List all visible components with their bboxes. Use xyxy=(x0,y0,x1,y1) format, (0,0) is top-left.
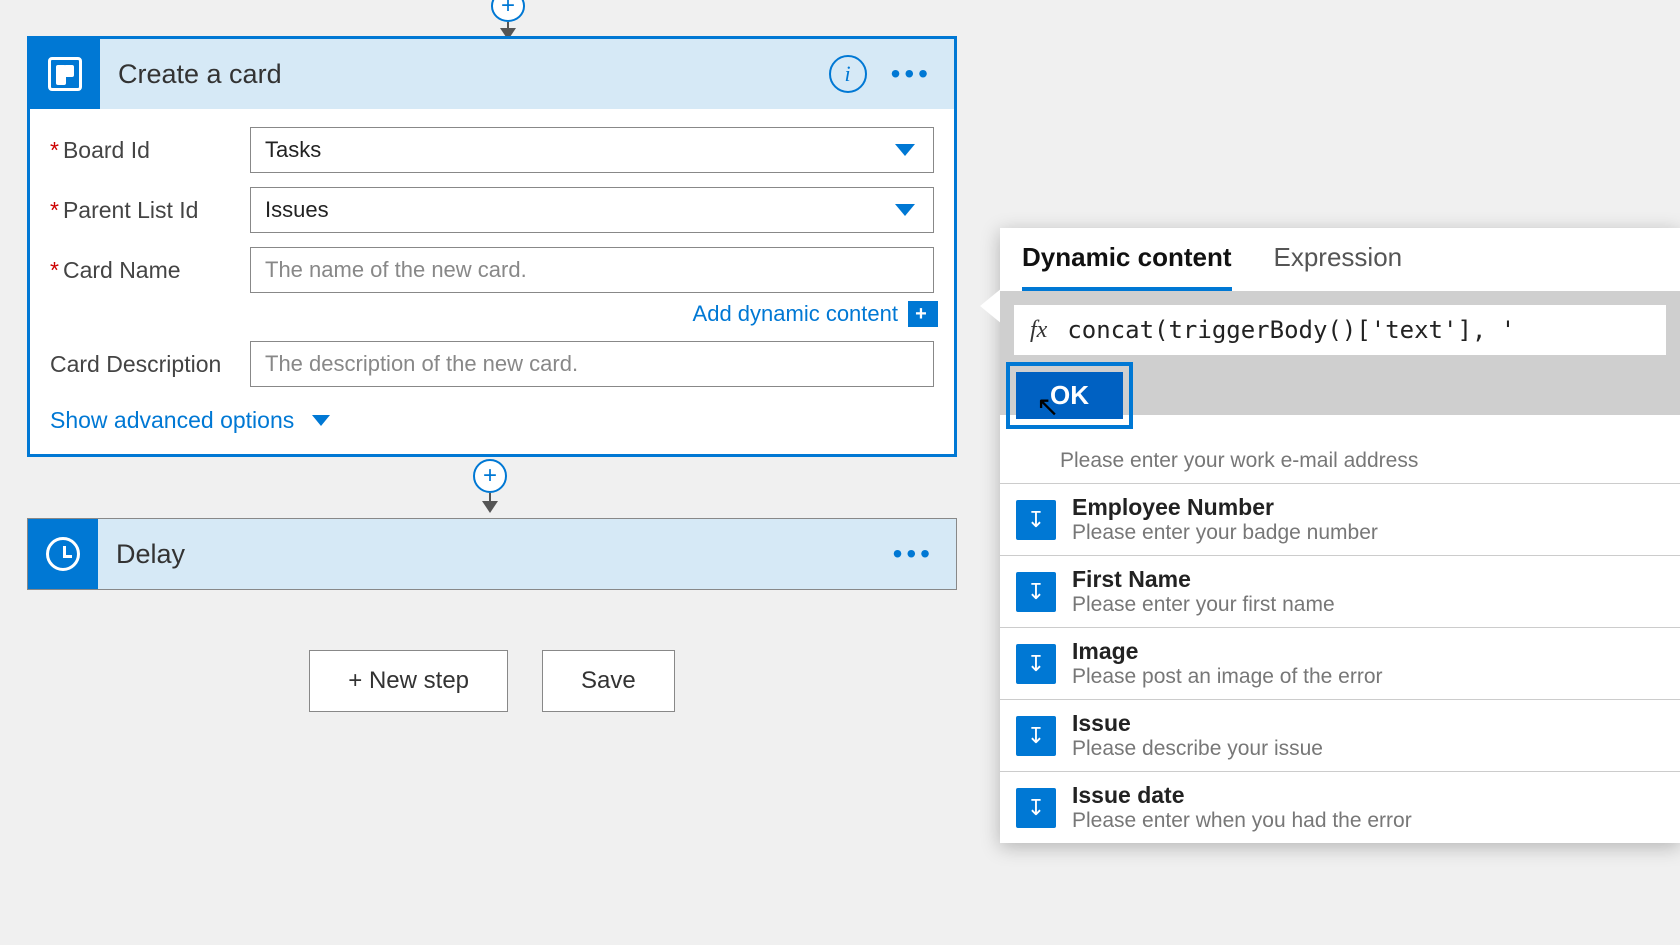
flow-buttons: + New step Save xyxy=(27,650,957,712)
dynamic-item-title: First Name xyxy=(1072,566,1335,593)
clock-icon xyxy=(46,537,80,571)
create-card-action: Create a card i ••• *Board Id Tasks *Par… xyxy=(27,36,957,457)
arrow-down-icon xyxy=(489,493,491,511)
dynamic-item-employee-number[interactable]: ↧ Employee Number Please enter your badg… xyxy=(1000,483,1680,555)
parent-list-id-value: Issues xyxy=(265,197,329,223)
parent-list-id-select[interactable]: Issues xyxy=(250,187,934,233)
new-step-button[interactable]: + New step xyxy=(309,650,508,712)
tab-dynamic-content[interactable]: Dynamic content xyxy=(1022,242,1232,291)
trello-connector-icon xyxy=(30,39,100,109)
add-dynamic-row: Add dynamic content + xyxy=(50,301,934,327)
card-name-placeholder: The name of the new card. xyxy=(265,257,527,283)
flow-connector-mid: + xyxy=(473,459,507,511)
dynamic-item-desc: Please describe your issue xyxy=(1072,737,1323,761)
chevron-down-icon xyxy=(895,204,915,216)
field-parent-list-id: *Parent List Id Issues xyxy=(50,187,934,233)
dynamic-item-desc: Please enter your first name xyxy=(1072,593,1335,617)
info-icon[interactable]: i xyxy=(829,55,867,93)
dynamic-item-issue-date[interactable]: ↧ Issue date Please enter when you had t… xyxy=(1000,771,1680,843)
card-description-placeholder: The description of the new card. xyxy=(265,351,578,377)
dynamic-item-title: Image xyxy=(1072,638,1383,665)
ok-highlight: OK xyxy=(1006,362,1133,429)
input-icon: ↧ xyxy=(1016,500,1056,540)
expression-input[interactable]: fx concat(triggerBody()['text'], ' xyxy=(1014,305,1666,355)
card-description-label: Card Description xyxy=(50,351,250,378)
more-menu-icon[interactable]: ••• xyxy=(891,58,932,90)
dynamic-item-desc: Please enter when you had the error xyxy=(1072,809,1412,833)
chevron-down-icon xyxy=(895,144,915,156)
save-button[interactable]: Save xyxy=(542,650,675,712)
action-title: Create a card xyxy=(118,59,829,90)
action-header: Create a card i ••• xyxy=(30,39,954,109)
show-advanced-options[interactable]: Show advanced options xyxy=(50,407,934,434)
dynamic-item-first-name[interactable]: ↧ First Name Please enter your first nam… xyxy=(1000,555,1680,627)
card-name-input[interactable]: The name of the new card. xyxy=(250,247,934,293)
action-body: *Board Id Tasks *Parent List Id Issues *… xyxy=(30,109,954,454)
delay-action[interactable]: Delay ••• xyxy=(27,518,957,590)
dynamic-item-title: Issue date xyxy=(1072,782,1412,809)
more-menu-icon[interactable]: ••• xyxy=(893,538,934,570)
input-icon: ↧ xyxy=(1016,644,1056,684)
dynamic-item-issue[interactable]: ↧ Issue Please describe your issue xyxy=(1000,699,1680,771)
tab-expression[interactable]: Expression xyxy=(1274,242,1403,291)
dynamic-content-list: Please enter your work e-mail address ↧ … xyxy=(1000,439,1680,843)
card-name-label: *Card Name xyxy=(50,257,250,284)
add-step-icon[interactable]: + xyxy=(473,459,507,493)
board-id-label: *Board Id xyxy=(50,137,250,164)
dynamic-item-title: Issue xyxy=(1072,710,1323,737)
dynamic-item-desc: Please post an image of the error xyxy=(1072,665,1383,689)
card-description-input[interactable]: The description of the new card. xyxy=(250,341,934,387)
expression-text: concat(triggerBody()['text'], ' xyxy=(1067,316,1515,344)
fx-icon: fx xyxy=(1030,317,1047,344)
dynamic-item-title: Employee Number xyxy=(1072,494,1378,521)
board-id-select[interactable]: Tasks xyxy=(250,127,934,173)
dynamic-item-email[interactable]: Please enter your work e-mail address xyxy=(1000,439,1680,483)
dynamic-item-image[interactable]: ↧ Image Please post an image of the erro… xyxy=(1000,627,1680,699)
add-dynamic-content-link[interactable]: Add dynamic content xyxy=(693,301,898,327)
chevron-down-icon xyxy=(312,415,330,426)
input-icon: ↧ xyxy=(1016,716,1056,756)
field-board-id: *Board Id Tasks xyxy=(50,127,934,173)
parent-list-id-label: *Parent List Id xyxy=(50,197,250,224)
popup-caret-icon xyxy=(980,288,1002,324)
dynamic-item-desc: Please enter your badge number xyxy=(1072,521,1378,545)
dynamic-item-desc: Please enter your work e-mail address xyxy=(1060,449,1418,473)
dynamic-content-popup: Dynamic content Expression fx concat(tri… xyxy=(1000,228,1680,843)
expression-area: fx concat(triggerBody()['text'], ' OK ↖ xyxy=(1000,291,1680,415)
add-dynamic-content-button[interactable]: + xyxy=(908,301,934,327)
flow-connector-top: + xyxy=(488,0,528,38)
board-id-value: Tasks xyxy=(265,137,321,163)
input-icon: ↧ xyxy=(1016,572,1056,612)
ok-button[interactable]: OK xyxy=(1016,372,1123,419)
field-card-description: Card Description The description of the … xyxy=(50,341,934,387)
popup-tabs: Dynamic content Expression xyxy=(1000,228,1680,291)
field-card-name: *Card Name The name of the new card. xyxy=(50,247,934,293)
add-step-icon[interactable]: + xyxy=(491,0,525,22)
delay-title: Delay xyxy=(116,539,893,570)
trello-icon xyxy=(48,57,82,91)
input-icon: ↧ xyxy=(1016,788,1056,828)
delay-connector-icon xyxy=(28,519,98,589)
